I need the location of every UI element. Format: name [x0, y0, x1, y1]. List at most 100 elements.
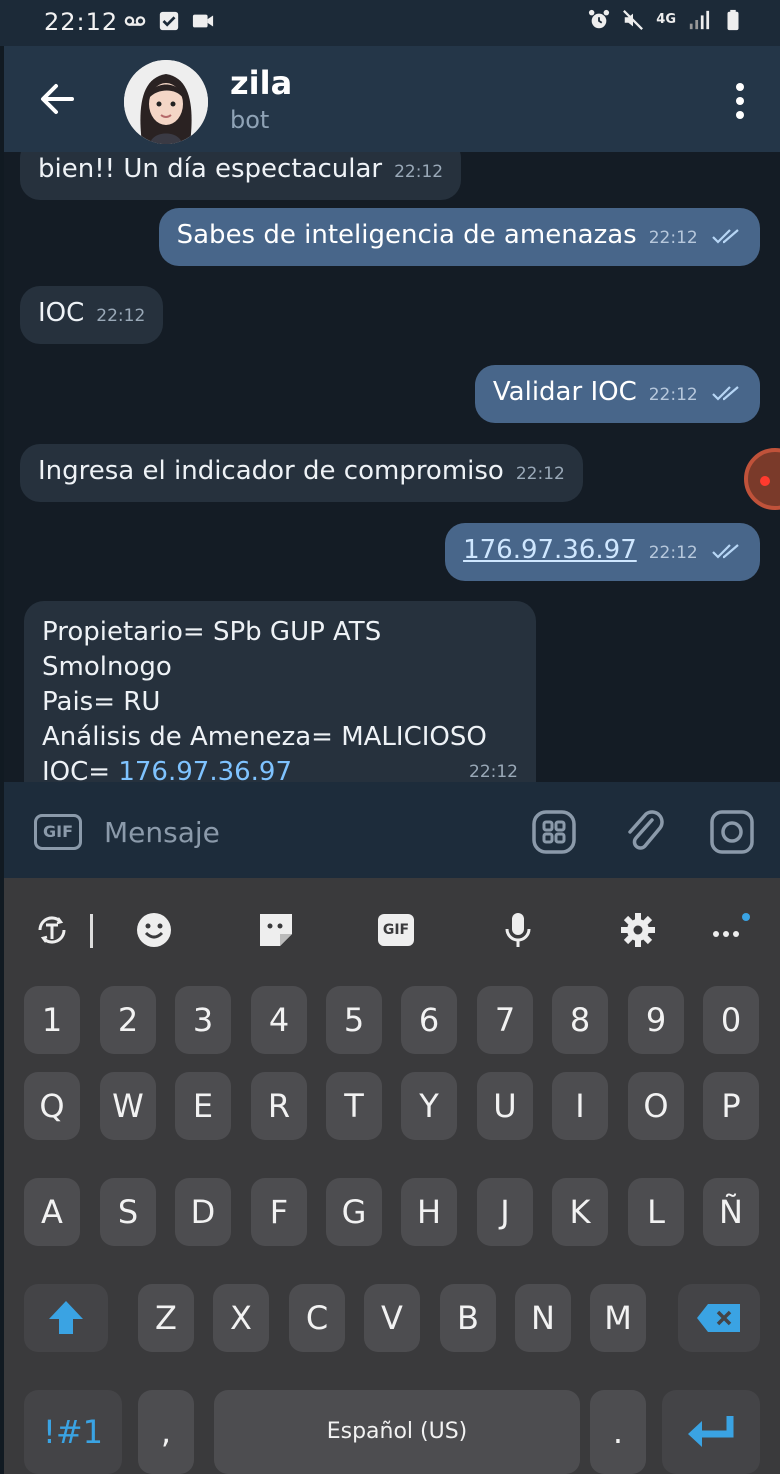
message-time: 22:12: [648, 543, 698, 563]
message-incoming[interactable]: Propietario= SPb GUP ATS Smolnogo Pais= …: [24, 601, 536, 782]
microphone-icon[interactable]: [498, 910, 538, 950]
key-v[interactable]: V: [364, 1284, 420, 1352]
emoji-icon[interactable]: [134, 910, 174, 950]
key-b[interactable]: B: [440, 1284, 496, 1352]
checkbox-icon: [159, 11, 179, 31]
key-o[interactable]: O: [628, 1072, 684, 1140]
message-outgoing[interactable]: 176.97.36.97 22:12: [445, 523, 760, 581]
key-f[interactable]: F: [251, 1178, 307, 1246]
ioc-label: IOC=: [42, 757, 119, 782]
key-k[interactable]: K: [552, 1178, 608, 1246]
chat-subtitle: bot: [230, 106, 270, 134]
backspace-key[interactable]: [678, 1284, 760, 1352]
key-m[interactable]: M: [590, 1284, 646, 1352]
key-w[interactable]: W: [100, 1072, 156, 1140]
symbols-key[interactable]: !#1: [24, 1390, 122, 1474]
key-s[interactable]: S: [100, 1178, 156, 1246]
double-check-icon: [712, 228, 739, 244]
message-line: Análisis de Ameneza= MALICIOSO: [42, 722, 487, 752]
key-c[interactable]: C: [289, 1284, 345, 1352]
space-key[interactable]: Español (US): [214, 1390, 580, 1474]
key-p[interactable]: P: [703, 1072, 759, 1140]
message-input[interactable]: [104, 808, 484, 856]
shift-key[interactable]: [24, 1284, 108, 1352]
battery-icon: [727, 9, 739, 31]
gif-key[interactable]: GIF: [378, 914, 414, 946]
camera-icon[interactable]: [708, 808, 756, 856]
video-icon: [192, 14, 214, 28]
message-incoming[interactable]: Ingresa el indicador de compromiso 22:12: [20, 444, 583, 502]
on-screen-keyboard: GIF 1 2 3 4 5 6 7 8 9 0 Q W E R T Y U I …: [4, 878, 780, 1474]
key-d[interactable]: D: [175, 1178, 231, 1246]
key-x[interactable]: X: [213, 1284, 269, 1352]
key-j[interactable]: J: [477, 1178, 533, 1246]
key-n-tilde[interactable]: Ñ: [703, 1178, 759, 1246]
key-3[interactable]: 3: [175, 986, 231, 1054]
status-bar: 22:12 4G: [0, 0, 780, 46]
gif-button[interactable]: GIF: [34, 814, 82, 850]
message-outgoing[interactable]: Validar IOC 22:12: [474, 365, 760, 423]
key-7[interactable]: 7: [477, 986, 533, 1054]
enter-key[interactable]: [662, 1390, 760, 1474]
avatar[interactable]: [124, 60, 208, 144]
comma-key[interactable]: ,: [138, 1390, 194, 1474]
status-time: 22:12: [44, 8, 119, 36]
key-5[interactable]: 5: [326, 986, 382, 1054]
alarm-icon: [589, 9, 610, 29]
message-time: 22:12: [96, 306, 146, 326]
toolbar-divider: [90, 914, 93, 948]
message-text: Ingresa el indicador de compromiso: [38, 456, 504, 486]
key-u[interactable]: U: [477, 1072, 533, 1140]
message-incoming[interactable]: bien!! Un día espectacular 22:12: [20, 152, 462, 200]
key-n[interactable]: N: [515, 1284, 571, 1352]
message-list[interactable]: bien!! Un día espectacular 22:12 Sabes de…: [4, 152, 780, 782]
key-h[interactable]: H: [401, 1178, 457, 1246]
message-time: 22:12: [648, 228, 698, 248]
translate-icon[interactable]: [32, 910, 72, 950]
signal-icon: [689, 10, 710, 30]
back-arrow-icon[interactable]: [34, 76, 80, 122]
message-incoming[interactable]: IOC 22:12: [20, 286, 164, 344]
key-4[interactable]: 4: [251, 986, 307, 1054]
key-r[interactable]: R: [251, 1072, 307, 1140]
message-time: 22:12: [469, 762, 518, 782]
enter-arrow-icon: [688, 1416, 734, 1447]
message-line: Propietario= SPb GUP ATS Smolnogo: [42, 617, 382, 682]
key-9[interactable]: 9: [628, 986, 684, 1054]
mute-icon: [623, 10, 644, 30]
key-1[interactable]: 1: [24, 986, 80, 1054]
ip-link[interactable]: 176.97.36.97: [118, 757, 292, 782]
key-z[interactable]: Z: [138, 1284, 194, 1352]
double-check-icon: [712, 543, 739, 559]
message-composer: GIF: [4, 782, 780, 878]
key-i[interactable]: I: [552, 1072, 608, 1140]
more-options-icon[interactable]: [730, 78, 750, 124]
ip-link[interactable]: 176.97.36.97: [463, 535, 637, 565]
key-e[interactable]: E: [175, 1072, 231, 1140]
message-text: bien!! Un día espectacular: [38, 154, 383, 184]
more-icon[interactable]: [710, 910, 750, 950]
sticker-icon[interactable]: [256, 910, 296, 950]
recording-indicator[interactable]: [744, 448, 780, 510]
key-q[interactable]: Q: [24, 1072, 80, 1140]
message-time: 22:12: [394, 162, 444, 182]
chat-name[interactable]: zila: [230, 64, 292, 102]
key-2[interactable]: 2: [100, 986, 156, 1054]
key-a[interactable]: A: [24, 1178, 80, 1246]
message-outgoing[interactable]: Sabes de inteligencia de amenazas 22:12: [158, 208, 760, 266]
key-6[interactable]: 6: [401, 986, 457, 1054]
key-y[interactable]: Y: [401, 1072, 457, 1140]
attach-icon[interactable]: [620, 808, 668, 856]
key-l[interactable]: L: [628, 1178, 684, 1246]
key-0[interactable]: 0: [703, 986, 759, 1054]
period-key[interactable]: .: [590, 1390, 646, 1474]
key-t[interactable]: T: [326, 1072, 382, 1140]
key-g[interactable]: G: [326, 1178, 382, 1246]
sticker-grid-icon[interactable]: [530, 808, 578, 856]
chat-header: zila bot: [4, 46, 780, 152]
message-line: Pais= RU: [42, 687, 161, 717]
double-check-icon: [712, 385, 739, 401]
settings-gear-icon[interactable]: [618, 910, 658, 950]
key-8[interactable]: 8: [552, 986, 608, 1054]
message-time: 22:12: [515, 464, 565, 484]
